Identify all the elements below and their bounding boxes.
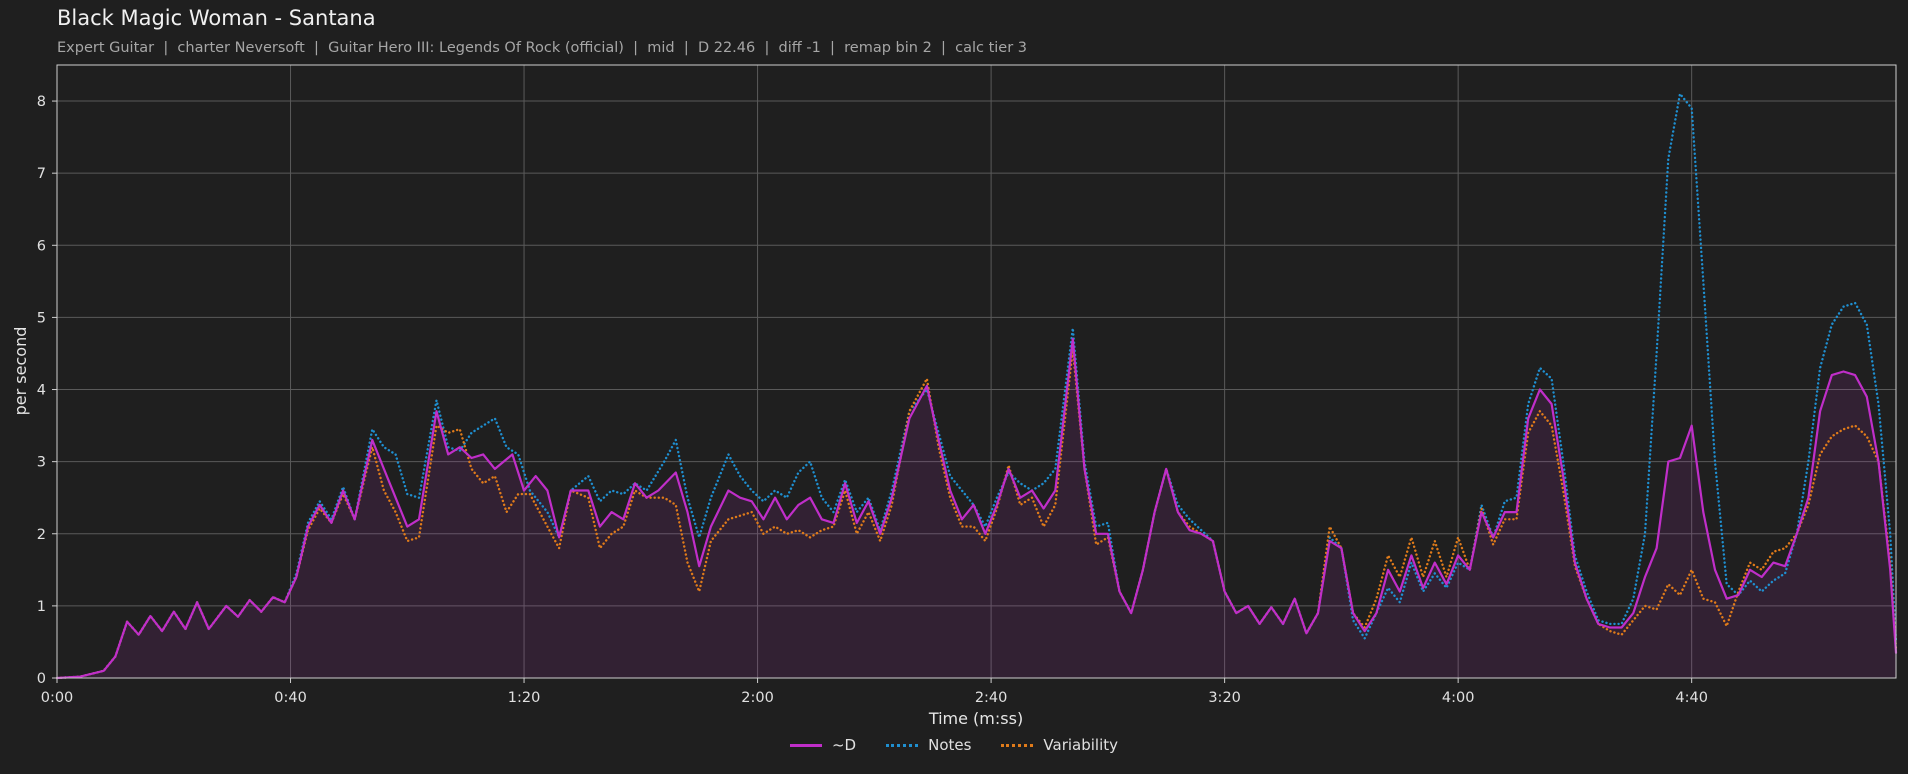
y-tick-label: 7 xyxy=(37,166,46,182)
y-axis-label: per second xyxy=(11,327,30,416)
legend-label-variability: Variability xyxy=(1043,736,1119,754)
x-tick-label: 4:40 xyxy=(1675,690,1708,706)
line-chart: 0:00 0:40 1:20 2:00 2:40 3:20 4:00 4:40 0 1 2 3 4 5 6 7… xyxy=(11,64,1898,728)
y-tick-label: 2 xyxy=(37,527,46,543)
x-axis-label: Time (m:ss) xyxy=(928,709,1023,728)
legend-swatch-d xyxy=(789,743,822,747)
x-tick-label: 0:40 xyxy=(274,690,307,706)
x-tick-label: 1:20 xyxy=(508,690,541,706)
legend-item-variability: Variability xyxy=(1001,736,1118,754)
legend-label-d: ~D xyxy=(831,736,857,754)
y-tick-label: 4 xyxy=(37,383,46,399)
legend-label-notes: Notes xyxy=(928,736,972,754)
legend-item-notes: Notes xyxy=(886,736,971,754)
y-tick-label: 5 xyxy=(37,310,46,326)
y-tick-label: 6 xyxy=(37,238,46,254)
y-tick-label: 8 xyxy=(37,94,46,110)
y-tick-label: 0 xyxy=(37,671,46,687)
x-tick-label: 0:00 xyxy=(41,690,74,706)
x-tick-label: 2:00 xyxy=(741,690,774,706)
y-tick-label: 1 xyxy=(37,599,46,615)
x-tick-label: 2:40 xyxy=(975,690,1008,706)
x-tick-label: 4:00 xyxy=(1442,690,1475,706)
legend: ~D Notes Variability xyxy=(0,736,1908,754)
legend-swatch-notes xyxy=(886,743,919,747)
legend-item-d: ~D xyxy=(789,736,857,754)
y-tick-label: 3 xyxy=(37,455,46,471)
legend-swatch-variability xyxy=(1001,743,1034,747)
x-tick-label: 3:20 xyxy=(1208,690,1241,706)
